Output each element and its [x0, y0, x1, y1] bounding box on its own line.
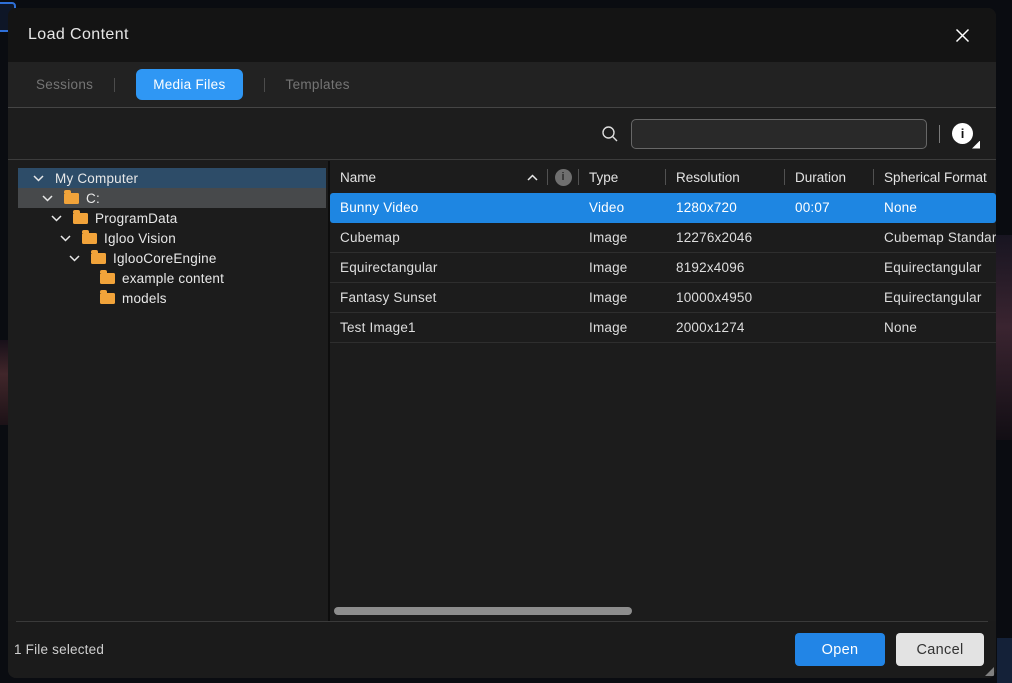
main-area: My Computer C: ProgramData Igloo Vision …	[8, 161, 996, 621]
load-content-dialog: Load Content Sessions Media Files Templa…	[8, 8, 996, 678]
search-divider	[939, 125, 940, 143]
column-header-info[interactable]: i	[548, 169, 578, 186]
tree-item-label: example content	[122, 271, 224, 286]
cell-duration: 00:07	[785, 200, 874, 215]
cell-spherical-format: None	[874, 320, 996, 335]
file-table: Name i Type Resolution Duration Spherica…	[330, 161, 996, 621]
search-bar: i	[8, 108, 996, 160]
tree-item-label: ProgramData	[95, 211, 177, 226]
tree-item-label: IglooCoreEngine	[113, 251, 217, 266]
tree-item[interactable]: example content	[18, 268, 326, 288]
tab-divider	[114, 78, 115, 92]
cell-name: Cubemap	[330, 230, 579, 245]
cell-resolution: 10000x4950	[666, 290, 785, 305]
cell-resolution: 12276x2046	[666, 230, 785, 245]
column-header-type[interactable]: Type	[579, 170, 665, 185]
close-button[interactable]	[948, 21, 976, 49]
chevron-down-icon	[51, 215, 62, 222]
cell-spherical-format: None	[874, 200, 996, 215]
tab-divider	[264, 78, 265, 92]
folder-icon	[82, 233, 97, 244]
search-icon	[601, 125, 619, 143]
cell-type: Image	[579, 320, 666, 335]
sort-ascending-icon	[527, 174, 538, 181]
table-row[interactable]: Fantasy Sunset Image 10000x4950 Equirect…	[330, 283, 996, 313]
table-row[interactable]: Equirectangular Image 8192x4096 Equirect…	[330, 253, 996, 283]
open-button[interactable]: Open	[795, 633, 885, 666]
folder-icon	[64, 193, 79, 204]
table-header: Name i Type Resolution Duration Spherica…	[330, 161, 996, 193]
info-column-icon: i	[555, 169, 572, 186]
chevron-down-icon	[60, 235, 71, 242]
cell-type: Image	[579, 230, 666, 245]
tree-item-label: models	[122, 291, 167, 306]
close-icon	[954, 27, 971, 44]
column-header-resolution[interactable]: Resolution	[666, 170, 784, 185]
folder-icon	[73, 213, 88, 224]
cell-spherical-format: Equirectangular	[874, 290, 996, 305]
column-label: Name	[340, 170, 376, 185]
folder-icon	[100, 293, 115, 304]
column-header-duration[interactable]: Duration	[785, 170, 873, 185]
tabs-bar: Sessions Media Files Templates	[8, 62, 996, 108]
folder-tree: My Computer C: ProgramData Igloo Vision …	[8, 161, 330, 621]
table-row[interactable]: Cubemap Image 12276x2046 Cubemap Standar…	[330, 223, 996, 253]
tree-item[interactable]: Igloo Vision	[18, 228, 326, 248]
chevron-down-icon	[69, 255, 80, 262]
tree-item[interactable]: ProgramData	[18, 208, 326, 228]
search-input[interactable]	[631, 119, 927, 149]
dialog-title: Load Content	[28, 26, 129, 44]
dialog-titlebar: Load Content	[8, 8, 996, 62]
folder-icon	[91, 253, 106, 264]
cell-name: Fantasy Sunset	[330, 290, 579, 305]
tab-sessions[interactable]: Sessions	[36, 77, 93, 92]
column-header-name[interactable]: Name	[330, 170, 547, 185]
table-body: Bunny Video Video 1280x720 00:07 None Cu…	[330, 193, 996, 343]
cell-resolution: 8192x4096	[666, 260, 785, 275]
table-row[interactable]: Bunny Video Video 1280x720 00:07 None	[330, 193, 996, 223]
cell-name: Bunny Video	[330, 200, 579, 215]
cell-type: Video	[579, 200, 666, 215]
info-icon: i	[952, 123, 973, 144]
corner-arrow-icon	[972, 141, 980, 149]
dialog-footer: 1 File selected Open Cancel	[8, 621, 996, 678]
folder-icon	[100, 273, 115, 284]
tab-templates[interactable]: Templates	[286, 77, 350, 92]
desktop-background	[995, 235, 1012, 440]
cancel-button[interactable]: Cancel	[896, 633, 984, 666]
selection-status: 1 File selected	[14, 642, 104, 657]
tree-item-label: Igloo Vision	[104, 231, 176, 246]
cell-resolution: 2000x1274	[666, 320, 785, 335]
chevron-down-icon	[42, 195, 53, 202]
table-row[interactable]: Test Image1 Image 2000x1274 None	[330, 313, 996, 343]
tree-item-label: C:	[86, 191, 100, 206]
column-header-spherical-format[interactable]: Spherical Format	[874, 170, 996, 185]
tree-item[interactable]: My Computer	[18, 168, 326, 188]
info-button[interactable]: i	[952, 123, 974, 145]
tree-item[interactable]: C:	[18, 188, 326, 208]
cell-spherical-format: Equirectangular	[874, 260, 996, 275]
tree-item-label: My Computer	[55, 171, 138, 186]
cell-spherical-format: Cubemap Standard	[874, 230, 996, 245]
horizontal-scrollbar[interactable]	[334, 607, 632, 615]
desktop-background	[997, 638, 1012, 683]
cell-type: Image	[579, 290, 666, 305]
tree-item[interactable]: models	[18, 288, 326, 308]
cell-name: Equirectangular	[330, 260, 579, 275]
cell-resolution: 1280x720	[666, 200, 785, 215]
tree-item[interactable]: IglooCoreEngine	[18, 248, 326, 268]
chevron-down-icon	[33, 175, 44, 182]
cell-name: Test Image1	[330, 320, 579, 335]
tab-media-files[interactable]: Media Files	[136, 69, 242, 100]
cell-type: Image	[579, 260, 666, 275]
